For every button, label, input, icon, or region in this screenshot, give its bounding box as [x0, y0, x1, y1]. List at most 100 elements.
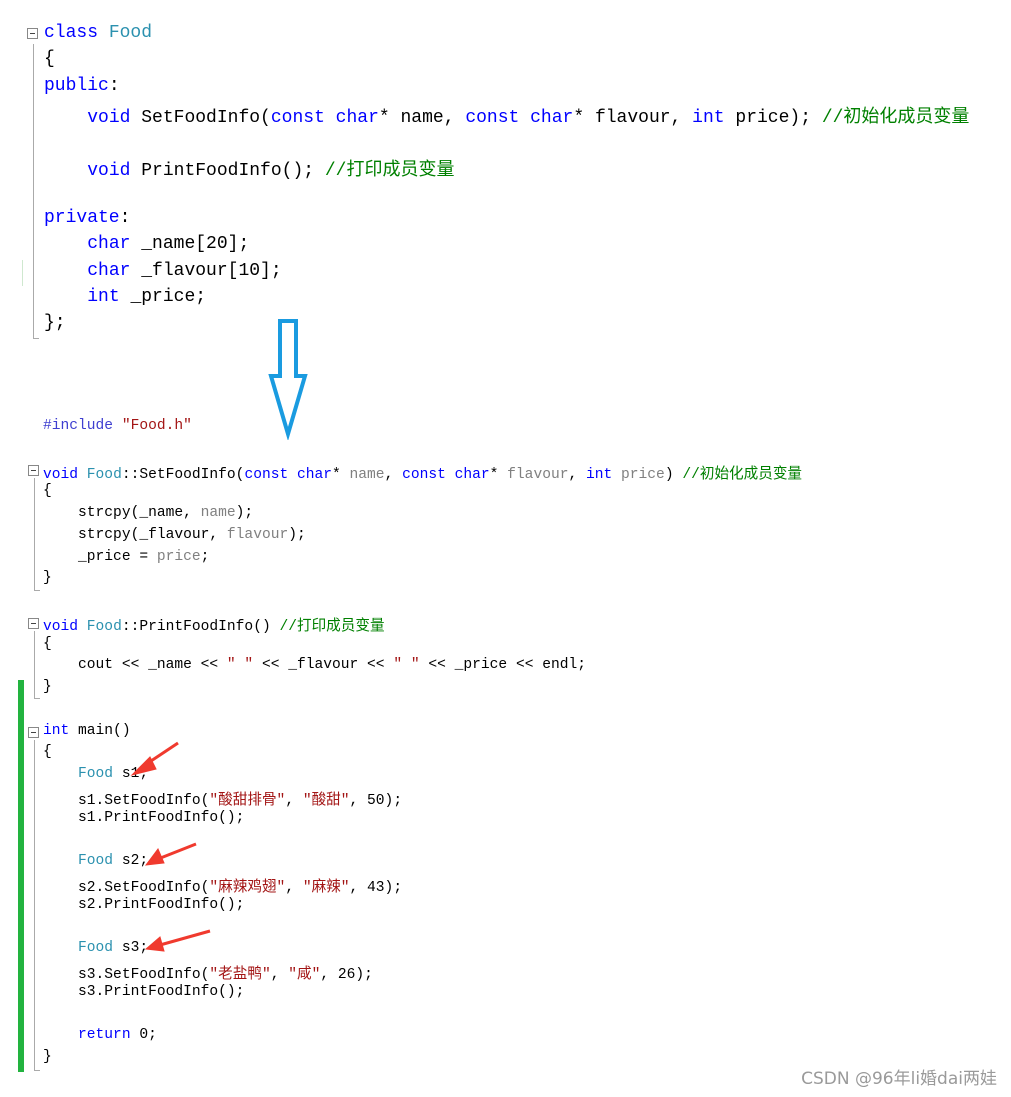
code-token: "Food.h" — [121, 418, 192, 434]
code-token: int — [43, 722, 79, 739]
code-token: , 43); — [349, 879, 403, 896]
change-bar — [18, 680, 24, 1072]
pointer-arrow-s2 — [144, 842, 197, 866]
code-line: void PrintFoodInfo(); //打印成员变量 — [44, 155, 454, 181]
code-token: char — [296, 466, 333, 483]
code-token: strcpy(_flavour, — [43, 526, 227, 543]
code-token: //打印成员变量 — [279, 618, 385, 635]
code-token: Food — [78, 853, 122, 869]
code-token: private — [44, 207, 120, 228]
code-line: char _flavour[10]; — [44, 260, 282, 281]
code-token: _flavour[10]; — [141, 260, 282, 281]
code-line: } — [43, 570, 52, 586]
pointer-arrow-s1 — [130, 741, 179, 776]
code-token: public — [44, 75, 109, 96]
code-line: } — [43, 679, 52, 695]
code-token: * — [332, 466, 350, 483]
down-arrow-icon — [268, 319, 308, 440]
code-token: * flavour, — [573, 108, 693, 129]
code-token: name — [349, 466, 385, 483]
code-token: char — [87, 260, 142, 281]
code-token: _price; — [130, 287, 207, 307]
code-token: , 26); — [320, 966, 373, 983]
code-token: : — [108, 75, 120, 96]
code-token: char — [87, 234, 142, 255]
fold-end — [33, 338, 39, 339]
fold-guide — [33, 44, 34, 338]
code-token: const — [402, 466, 455, 483]
code-token: cout << _name << — [43, 657, 227, 674]
code-token: << _flavour << — [253, 657, 394, 674]
collapse-setfoodinfo-icon[interactable] — [28, 465, 39, 476]
fold-guide — [34, 631, 35, 698]
code-line: return 0; — [43, 1027, 157, 1043]
code-token: : — [119, 207, 131, 228]
code-token: _name[20]; — [141, 234, 250, 255]
code-token: name — [200, 505, 236, 521]
collapse-main-icon[interactable] — [28, 727, 39, 738]
code-token: int — [692, 108, 736, 129]
code-token: * — [489, 466, 508, 483]
code-token: flavour — [507, 466, 569, 483]
code-token: * name, — [378, 108, 466, 129]
code-token: const — [244, 466, 297, 483]
code-token: Food — [86, 466, 122, 483]
code-token: //打印成员变量 — [324, 161, 455, 181]
fold-end — [34, 698, 40, 699]
code-token: , — [384, 466, 403, 483]
code-token: price); — [735, 108, 822, 129]
code-line: private: — [44, 208, 130, 228]
code-token: void — [43, 618, 87, 635]
code-line: { — [43, 744, 52, 760]
code-line: #include "Food.h" — [43, 418, 192, 434]
code-token: //初始化成员变量 — [682, 466, 803, 483]
code-token: { — [44, 49, 55, 70]
code-token: 0; — [139, 1027, 157, 1043]
code-token: void — [43, 466, 87, 483]
code-line: _price = price; — [43, 549, 209, 565]
fold-end — [34, 590, 40, 591]
code-token: ); — [235, 505, 254, 521]
change-marker — [22, 260, 23, 286]
code-token: } — [43, 679, 52, 695]
code-token: SetFoodInfo( — [141, 108, 271, 129]
code-token: "老盐鸭" — [209, 966, 271, 983]
fold-guide — [34, 740, 35, 1070]
collapse-class-icon[interactable] — [27, 28, 38, 39]
collapse-printfoodinfo-icon[interactable] — [28, 618, 39, 629]
code-token: "咸" — [288, 966, 321, 983]
code-token: }; — [44, 313, 66, 334]
code-token: , 50); — [349, 792, 403, 809]
code-token: const — [465, 108, 531, 129]
code-line: void Food::PrintFoodInfo() //打印成员变量 — [43, 614, 385, 635]
code-line: char _name[20]; — [44, 234, 249, 254]
code-token: return — [43, 1027, 140, 1043]
code-token: void — [87, 108, 142, 129]
code-token: "麻辣" — [302, 879, 350, 896]
watermark: CSDN @96年li婚dai两娃 — [801, 1069, 997, 1089]
code-token: Food — [108, 23, 153, 43]
code-token: , — [285, 879, 303, 896]
code-token: char — [530, 108, 574, 129]
code-line: s3.PrintFoodInfo(); — [43, 984, 244, 1000]
code-line: class Food — [44, 23, 152, 43]
code-token: } — [43, 570, 52, 587]
code-token: price — [621, 466, 665, 483]
code-token: { — [43, 483, 52, 500]
code-token: s3.PrintFoodInfo(); — [43, 983, 245, 1000]
code-line: strcpy(_flavour, flavour); — [43, 527, 306, 543]
code-line: { — [43, 636, 52, 652]
code-line: void Food::SetFoodInfo(const char* name,… — [43, 462, 802, 483]
code-token: flavour — [226, 526, 289, 543]
code-token: ) — [664, 466, 683, 483]
fold-guide — [34, 478, 35, 590]
code-token: ::PrintFoodInfo() — [121, 618, 280, 635]
pointer-arrow-s3 — [144, 929, 211, 952]
code-token: " " — [393, 657, 420, 674]
